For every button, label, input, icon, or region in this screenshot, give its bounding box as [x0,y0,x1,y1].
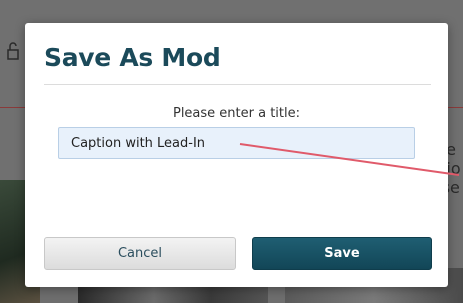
title-input[interactable] [58,127,415,159]
dialog-title: Save As Mod [44,43,221,72]
lock-icon [7,42,19,60]
save-button[interactable]: Save [252,237,432,270]
screen: ote ptio Use Save As Mod Please enter a … [0,0,463,303]
dialog-divider [44,84,431,85]
cancel-button[interactable]: Cancel [44,237,236,270]
title-prompt: Please enter a title: [172,106,301,121]
save-as-mod-dialog: Save As Mod Please enter a title: Cancel… [25,23,448,287]
